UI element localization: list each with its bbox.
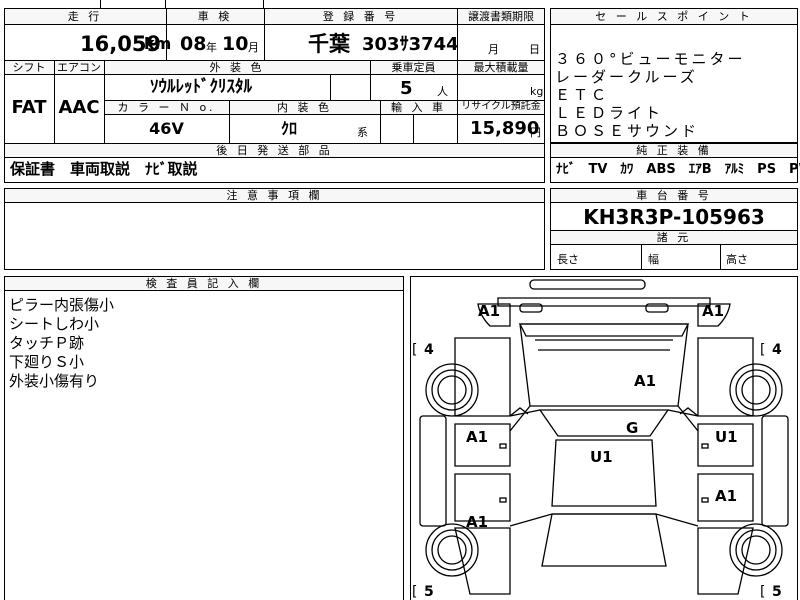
interior-color-label: 内 装 色 <box>277 101 332 114</box>
inspection-year-unit: 年 <box>206 41 217 54</box>
interior-color-suffix: 系 <box>357 126 368 139</box>
shift-value: FAT <box>11 97 47 118</box>
mark-roof: U1 <box>590 448 613 466</box>
svg-text:[: [ <box>412 584 417 600</box>
notice-header: 注 意 事 項 欄 <box>226 189 323 202</box>
wheel-front-left <box>425 363 479 417</box>
genuine-equipment-value: ﾅﾋﾞ TV ｶﾜ ABS ｴｱB ｱﾙﾐ PS PW <box>556 162 800 177</box>
capacity-unit: 人 <box>437 85 448 98</box>
front-bumper <box>497 297 711 307</box>
wheel-front-right <box>729 363 783 417</box>
sales-point-item: レーダークルーズ <box>555 68 698 86</box>
svg-text:[: [ <box>412 342 417 358</box>
inspector-note: シートしわ小 <box>9 315 100 333</box>
right-side-skirt <box>761 415 789 527</box>
sales-point-item: ＬＥＤライト <box>555 104 664 122</box>
front-grille <box>529 279 646 290</box>
transfer-day-unit: 日 <box>529 43 540 56</box>
tire-rear-right-value: 5 <box>772 584 782 600</box>
transfer-period-label: 譲渡書類期限 <box>468 10 534 23</box>
dims-header: 諸 元 <box>656 231 692 244</box>
inspection-month-unit: 月 <box>248 41 259 54</box>
inspection-year: 08 <box>180 33 207 55</box>
sales-point-item: ３６０°ビューモニター <box>555 50 746 68</box>
shift-label: シフト <box>12 61 46 74</box>
mileage-unit: km <box>144 34 172 53</box>
inspection-month: 10 <box>222 33 249 55</box>
max-load-label: 最大積載量 <box>473 61 529 74</box>
sales-points-header: セ ー ル ス ポ イ ン ト <box>595 10 753 23</box>
mark-hood: A1 <box>634 372 656 390</box>
inspector-note: 下廻りＳ小 <box>9 353 85 371</box>
wheel-rear-left <box>425 523 479 577</box>
tire-front-right-value: 4 <box>772 342 782 358</box>
headlight-right <box>645 303 669 313</box>
left-rear-quarter <box>454 527 511 595</box>
width-label: 幅 <box>648 253 659 266</box>
mileage-label: 走 行 <box>67 10 103 23</box>
registration-number: 303ｻ3744 <box>362 34 459 55</box>
right-fender <box>697 337 754 417</box>
later-parts-label: 後 日 発 送 部 品 <box>216 144 333 157</box>
mark-left-rear-door: A1 <box>466 513 488 531</box>
interior-color-value: ｸﾛ <box>280 119 297 138</box>
mark-right-rear-door: A1 <box>715 487 737 505</box>
inspection-label: 車 検 <box>197 10 233 23</box>
headlight-left <box>519 303 543 313</box>
inspector-notes: ピラー内張傷小 シートしわ小 タッチＰ跡 下廻りＳ小 外装小傷有り <box>9 294 115 390</box>
sales-point-item: ＥＴＣ <box>555 86 610 104</box>
svg-text:[: [ <box>760 342 765 358</box>
wheel-rear-right <box>729 523 783 577</box>
mark-front-right: A1 <box>702 302 724 320</box>
later-parts-value: 保証書 車両取説 ﾅﾋﾞ取説 <box>10 160 198 178</box>
chassis-header: 車 台 番 号 <box>636 189 712 202</box>
capacity-label: 乗車定員 <box>391 61 436 74</box>
exterior-color-label: 外 装 色 <box>209 61 265 74</box>
exterior-color-value: ｿｳﾙﾚｯﾄﾞｸﾘｽﾀﾙ <box>150 77 252 97</box>
color-no-value: 46V <box>149 119 184 138</box>
rear-window <box>541 513 667 567</box>
sales-point-item: ＢＯＳＥサウンド <box>555 122 700 140</box>
recycle-label: リサイクル預託金 <box>461 101 541 112</box>
recycle-unit: 円 <box>530 126 541 139</box>
aircon-label: エアコン <box>57 61 101 74</box>
inspector-note: 外装小傷有り <box>9 372 100 390</box>
windshield-panel <box>538 409 670 437</box>
inspector-note: タッチＰ跡 <box>9 334 85 352</box>
left-fender <box>454 337 511 417</box>
capacity-value: 5 <box>400 78 413 99</box>
tire-rear-left-value: 5 <box>424 584 434 600</box>
mark-right-front-door: U1 <box>715 428 738 446</box>
car-diagram: A1 A1 A1 G U1 A1 U1 A1 A1 [ 4 [ 4 [ 5 [ … <box>412 279 789 600</box>
length-label: 長さ <box>557 253 579 266</box>
tire-front-left-value: 4 <box>424 342 434 358</box>
transfer-month-unit: 月 <box>488 43 499 56</box>
left-side-skirt <box>419 415 447 527</box>
inspector-header: 検 査 員 記 入 欄 <box>145 277 263 290</box>
aircon-value: AAC <box>58 97 100 118</box>
import-label: 輸 入 車 <box>391 101 446 114</box>
max-load-unit: kg <box>530 85 544 98</box>
sales-points-list: ３６０°ビューモニター レーダークルーズ ＥＴＣ ＬＥＤライト ＢＯＳＥサウンド <box>555 48 746 140</box>
inspector-note: ピラー内張傷小 <box>9 296 115 314</box>
registration-label: 登 録 番 号 <box>322 10 399 23</box>
mark-front-left: A1 <box>478 302 500 320</box>
registration-region: 千葉 <box>308 32 350 56</box>
svg-text:[: [ <box>760 584 765 600</box>
mark-windshield: G <box>626 419 638 437</box>
hood-top <box>518 323 690 337</box>
chassis-number: KH3R3P-105963 <box>583 205 765 229</box>
height-label: 高さ <box>726 253 748 266</box>
right-rear-quarter <box>697 527 754 595</box>
mark-left-front-door: A1 <box>466 428 488 446</box>
color-no-label: カ ラ ー Ｎ o. <box>117 101 216 114</box>
genuine-equipment-header: 純 正 装 備 <box>636 144 712 157</box>
